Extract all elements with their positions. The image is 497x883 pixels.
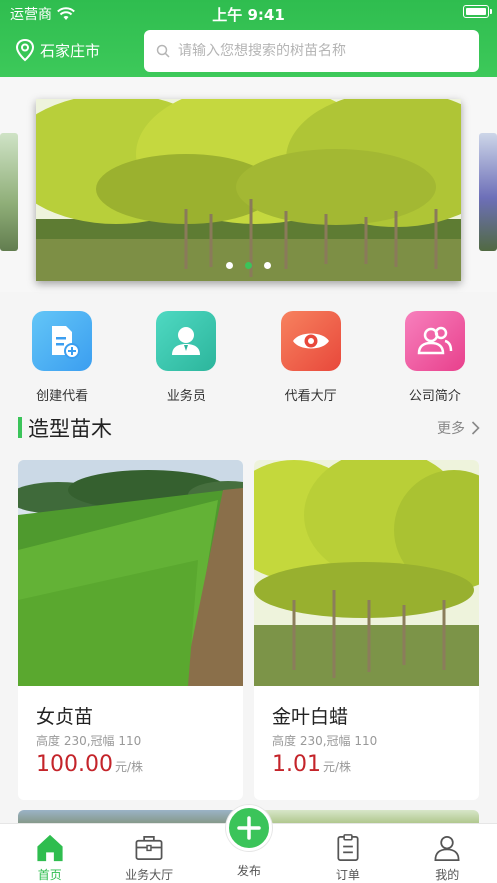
- plus-icon: [237, 816, 261, 840]
- user-icon: [434, 835, 460, 861]
- search-icon: [156, 44, 170, 58]
- clipboard-icon: [337, 834, 359, 861]
- document-add-icon: [32, 311, 93, 371]
- product-image: [18, 460, 243, 686]
- status-time: 上午 9:41: [212, 6, 285, 24]
- menu-item-inspection-hall[interactable]: 代看大厅: [249, 300, 373, 410]
- product-name: 金叶白蜡: [272, 706, 349, 728]
- more-link[interactable]: 更多: [437, 418, 480, 438]
- eye-icon: [280, 311, 341, 371]
- menu-item-salesman[interactable]: 业务员: [124, 300, 248, 410]
- section-title: 造型苗木: [28, 417, 112, 441]
- header: 运营商 上午 9:41 石家庄市: [0, 0, 497, 77]
- quick-menu: 创建代看 业务员 代看大厅 公司简介: [0, 300, 497, 410]
- section-header: 造型苗木 更多: [18, 413, 480, 443]
- banner-image[interactable]: [36, 99, 461, 281]
- product-spec: 高度 230,冠幅 110: [36, 734, 142, 748]
- menu-label: 公司简介: [408, 389, 461, 404]
- pagination-dot[interactable]: [264, 262, 271, 269]
- home-icon: [37, 834, 63, 862]
- tab-profile[interactable]: 我的: [398, 824, 497, 883]
- location-selector[interactable]: 石家庄市: [14, 38, 100, 62]
- price-value: 1.01: [272, 752, 321, 777]
- more-label: 更多: [437, 421, 465, 437]
- pagination-dot[interactable]: [226, 262, 233, 269]
- tree-grove-illustration: [36, 99, 461, 281]
- product-price: 1.01 元/株: [272, 752, 351, 777]
- menu-label: 业务员: [166, 389, 206, 404]
- briefcase-icon: [135, 835, 163, 860]
- product-card[interactable]: 金叶白蜡 高度 230,冠幅 110 1.01 元/株: [254, 460, 479, 800]
- group-icon: [404, 311, 465, 371]
- menu-label: 代看大厅: [284, 389, 337, 404]
- menu-item-create-inspection[interactable]: 创建代看: [0, 300, 124, 410]
- product-image: [254, 460, 479, 686]
- product-price: 100.00 元/株: [36, 752, 143, 777]
- tab-label: 首页: [37, 868, 62, 882]
- tab-home[interactable]: 首页: [0, 824, 99, 883]
- location-pin-icon: [15, 38, 35, 62]
- tab-label: 我的: [435, 868, 460, 882]
- person-icon: [156, 311, 217, 371]
- chevron-right-icon: [471, 421, 480, 435]
- banner-prev-preview[interactable]: [0, 133, 18, 251]
- price-value: 100.00: [36, 752, 113, 777]
- banner-pagination: [36, 262, 461, 269]
- tab-label: 订单: [335, 868, 360, 882]
- city-label: 石家庄市: [40, 41, 101, 60]
- search-bar[interactable]: [144, 30, 479, 72]
- search-input[interactable]: [178, 43, 458, 59]
- tab-orders[interactable]: 订单: [298, 824, 397, 883]
- menu-item-company-intro[interactable]: 公司简介: [373, 300, 497, 410]
- status-bar: 运营商 上午 9:41: [0, 0, 497, 26]
- publish-button[interactable]: [226, 805, 272, 851]
- tab-label: 业务大厅: [125, 868, 174, 882]
- pagination-dot-active[interactable]: [245, 262, 252, 269]
- menu-label: 创建代看: [36, 389, 89, 404]
- publish-label: 发布: [236, 864, 261, 878]
- product-name: 女贞苗: [36, 706, 94, 728]
- battery-icon: [463, 5, 492, 18]
- section-accent-bar: [18, 417, 22, 438]
- product-spec: 高度 230,冠幅 110: [272, 734, 378, 748]
- banner-next-preview[interactable]: [479, 133, 497, 251]
- price-unit: 元/株: [114, 760, 144, 774]
- banner-carousel[interactable]: [0, 77, 497, 292]
- tab-business-hall[interactable]: 业务大厅: [99, 824, 198, 883]
- product-card[interactable]: 女贞苗 高度 230,冠幅 110 100.00 元/株: [18, 460, 243, 800]
- price-unit: 元/株: [322, 760, 352, 774]
